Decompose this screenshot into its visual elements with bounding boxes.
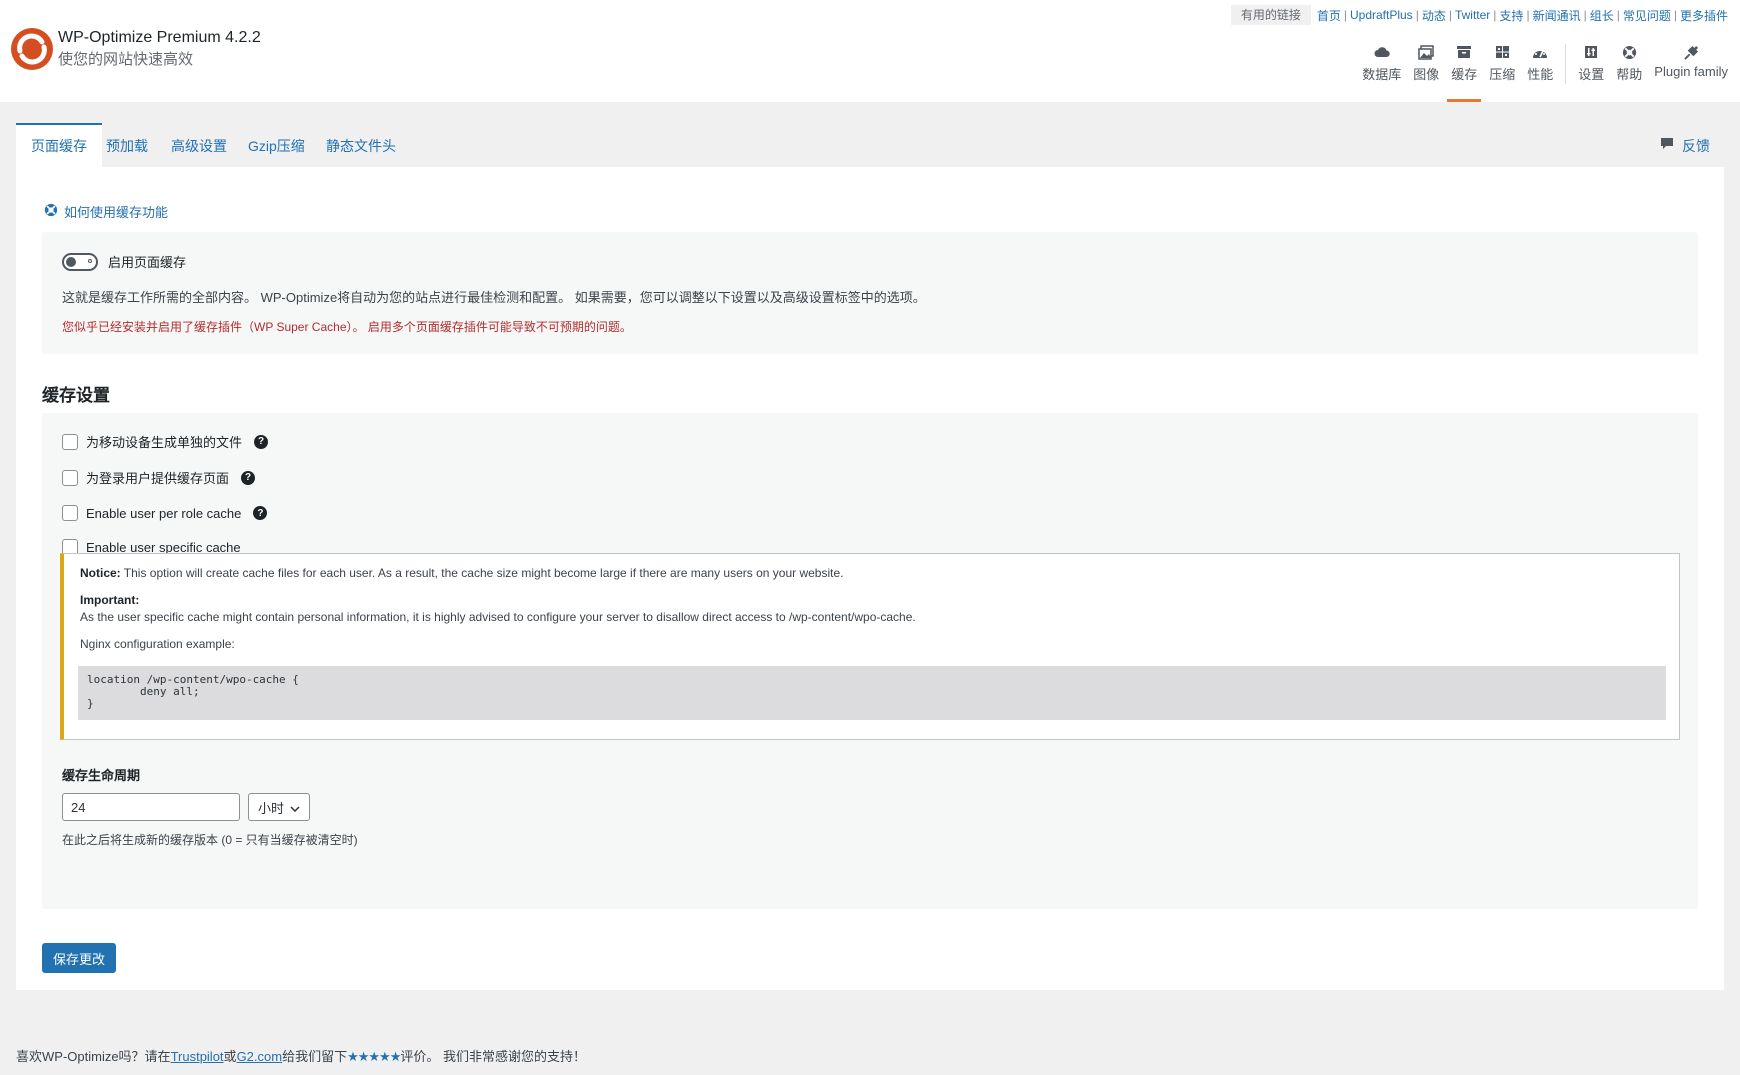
- option-label: 为登录用户提供缓存页面: [86, 471, 230, 486]
- nav-cache[interactable]: 缓存: [1445, 44, 1483, 102]
- nav-minify[interactable]: 压缩: [1483, 44, 1521, 102]
- enable-cache-description: 这就是缓存工作所需的全部内容。 WP-Optimize将自动为您的站点进行最佳检…: [62, 290, 926, 305]
- notice-label: Notice:: [80, 566, 121, 580]
- lifebuoy-icon: [1620, 44, 1638, 60]
- important-text: As the user specific cache might contain…: [80, 610, 916, 624]
- comment-icon: [1660, 125, 1674, 167]
- option-mobile-cache: 为移动设备生成单独的文件 ?: [62, 432, 269, 451]
- link-newsletter[interactable]: 新闻通讯: [1533, 7, 1581, 24]
- help-icon[interactable]: ?: [241, 470, 256, 485]
- cache-plugin-warning: 您似乎已经安装并启用了缓存插件（WP Super Cache）。 启用多个页面缓…: [62, 320, 632, 334]
- nav-images[interactable]: 图像: [1407, 44, 1445, 102]
- link-news[interactable]: 动态: [1422, 7, 1446, 24]
- sub-tabs: 页面缓存 预加载 高级设置 Gzip压缩 静态文件头 反馈: [16, 123, 1724, 169]
- nav-performance[interactable]: 性能: [1521, 44, 1559, 102]
- cache-lifespan-unit-select[interactable]: 小时: [248, 793, 310, 821]
- footer-text-mid: 或: [223, 1049, 237, 1064]
- footer-text-post: 给我们留下: [282, 1049, 348, 1064]
- user-cache-notice: Notice: This option will create cache fi…: [60, 553, 1680, 740]
- important-label: Important:: [80, 593, 140, 607]
- cache-settings-title: 缓存设置: [42, 386, 110, 405]
- nav-plugin-family[interactable]: Plugin family: [1648, 44, 1734, 102]
- select-value: 小时: [257, 800, 284, 816]
- enable-cache-label: 启用页面缓存: [108, 255, 187, 270]
- tab-gzip[interactable]: Gzip压缩: [248, 125, 305, 167]
- feedback-link[interactable]: 反馈: [1660, 125, 1710, 167]
- nav-label: 压缩: [1489, 67, 1516, 82]
- howto-label: 如何使用缓存功能: [64, 205, 169, 220]
- dashboard-icon: [1531, 44, 1549, 60]
- tab-preload[interactable]: 预加载: [106, 125, 148, 167]
- nav-label: 数据库: [1362, 67, 1402, 82]
- cloud-icon: [1373, 44, 1391, 60]
- tab-page-cache[interactable]: 页面缓存: [16, 123, 102, 169]
- images-icon: [1417, 44, 1435, 60]
- nav-label: Plugin family: [1654, 64, 1728, 79]
- useful-links-label: 有用的链接: [1230, 5, 1311, 25]
- nginx-label: Nginx configuration example:: [80, 637, 235, 651]
- logged-in-cache-checkbox[interactable]: [62, 469, 78, 486]
- review-footer: 喜欢WP-Optimize吗？请在Trustpilot或G2.com给我们留下★…: [16, 1046, 586, 1065]
- enable-cache-row: 启用页面缓存: [62, 252, 186, 271]
- nginx-code-block: location /wp-content/wpo-cache { deny al…: [78, 666, 1666, 720]
- nav-label: 帮助: [1616, 67, 1643, 82]
- g2-link[interactable]: G2.com: [237, 1049, 283, 1064]
- option-label: 为移动设备生成单独的文件: [86, 435, 243, 450]
- notice-line: Notice: This option will create cache fi…: [80, 566, 843, 580]
- notice-text: This option will create cache files for …: [120, 566, 844, 580]
- help-icon[interactable]: ?: [254, 434, 269, 449]
- link-lead-dev[interactable]: 组长: [1590, 7, 1614, 24]
- nav-label: 性能: [1527, 67, 1554, 82]
- option-logged-in-cache: 为登录用户提供缓存页面 ?: [62, 468, 256, 487]
- save-changes-button[interactable]: 保存更改: [42, 943, 117, 973]
- archive-icon: [1455, 44, 1473, 60]
- brand-title: WP-Optimize Premium 4.2.2: [58, 29, 261, 46]
- nav-help[interactable]: 帮助: [1610, 44, 1648, 102]
- tab-advanced-settings[interactable]: 高级设置: [171, 125, 227, 167]
- enable-cache-toggle[interactable]: [62, 252, 98, 271]
- rating-stars[interactable]: ★★★★★: [347, 1049, 401, 1064]
- link-support[interactable]: 支持: [1499, 7, 1523, 24]
- plugin-icon: [1682, 44, 1700, 60]
- link-more-plugins[interactable]: 更多插件: [1680, 7, 1728, 24]
- top-navigation: 数据库 图像 缓存 压缩 性能 设置 帮助 Plugin family: [1356, 44, 1734, 102]
- brand-subtitle: 使您的网站快速高效: [58, 51, 194, 68]
- link-faq[interactable]: 常见问题: [1623, 7, 1671, 24]
- main-panel: 页面缓存 预加载 高级设置 Gzip压缩 静态文件头 反馈 如何使用缓存功能 启…: [16, 123, 1724, 990]
- link-home[interactable]: 首页: [1317, 7, 1341, 24]
- plugin-header: WP-Optimize Premium 4.2.2 使您的网站快速高效 有用的链…: [0, 0, 1740, 102]
- nav-divider: [1565, 44, 1567, 84]
- useful-links: 有用的链接 首页 | UpdraftPlus | 动态 | Twitter | 支持 | …: [1230, 5, 1728, 25]
- link-updraftplus[interactable]: UpdraftPlus: [1350, 8, 1413, 22]
- nav-label: 设置: [1578, 67, 1605, 82]
- settings-icon: [1582, 44, 1600, 60]
- lifebuoy-icon: [44, 203, 58, 220]
- trustpilot-link[interactable]: Trustpilot: [171, 1049, 224, 1064]
- option-label: Enable user per role cache: [86, 505, 242, 521]
- cache-lifespan-label: 缓存生命周期: [62, 768, 141, 783]
- option-per-role-cache: Enable user per role cache ?: [62, 505, 268, 521]
- wp-optimize-logo: [11, 28, 53, 70]
- nav-label: 缓存: [1451, 67, 1478, 82]
- tab-static-headers[interactable]: 静态文件头: [326, 125, 396, 167]
- per-role-cache-checkbox[interactable]: [62, 505, 78, 521]
- footer-text-end: 评价。 我们非常感谢您的支持！: [400, 1049, 586, 1064]
- help-icon[interactable]: ?: [253, 506, 268, 520]
- nav-settings[interactable]: 设置: [1572, 44, 1610, 102]
- howto-cache-link[interactable]: 如何使用缓存功能: [44, 202, 168, 221]
- cache-lifespan-input[interactable]: [62, 793, 240, 821]
- grid-icon: [1493, 44, 1511, 60]
- enable-cache-box: 启用页面缓存 这就是缓存工作所需的全部内容。 WP-Optimize将自动为您的…: [42, 232, 1698, 354]
- cache-settings-box: 为移动设备生成单独的文件 ? 为登录用户提供缓存页面 ? Enable user…: [42, 413, 1698, 909]
- footer-text-pre: 喜欢WP-Optimize吗？请在: [16, 1049, 171, 1064]
- cache-lifespan-description: 在此之后将生成新的缓存版本 (0 = 只有当缓存被清空时): [62, 833, 358, 847]
- nginx-code: location /wp-content/wpo-cache { deny al…: [87, 673, 299, 710]
- chevron-down-icon: [290, 800, 300, 815]
- nav-label: 图像: [1413, 67, 1440, 82]
- mobile-cache-checkbox[interactable]: [62, 433, 78, 450]
- feedback-label: 反馈: [1682, 138, 1710, 154]
- nav-database[interactable]: 数据库: [1356, 44, 1407, 102]
- link-twitter[interactable]: Twitter: [1455, 8, 1490, 22]
